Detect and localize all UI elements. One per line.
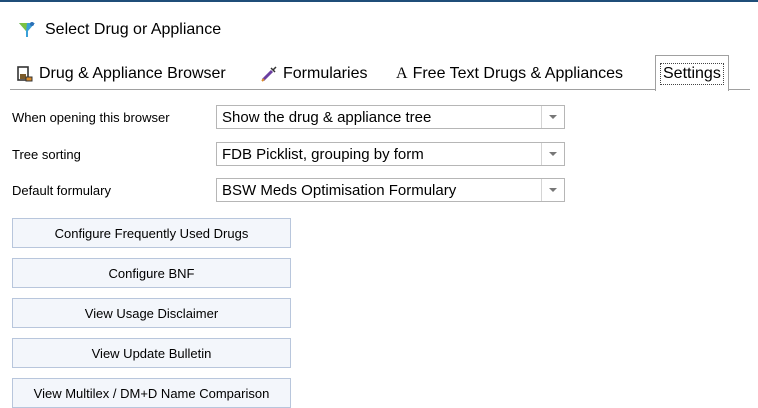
view-name-comparison-button[interactable]: View Multilex / DM+D Name Comparison [12,378,291,408]
tab-free-text-drugs[interactable]: A Free Text Drugs & Appliances [396,58,623,89]
tab-strip-border [10,89,750,90]
window-top-border [0,0,758,2]
opening-select[interactable]: Show the drug & appliance tree [216,105,565,129]
configure-bnf-button[interactable]: Configure BNF [12,258,291,288]
sorting-label: Tree sorting [12,147,81,162]
tab-label: Settings [660,62,724,85]
tab-strip: Drug & Appliance Browser Formularies A F… [10,55,750,91]
tab-label: Drug & Appliance Browser [39,64,226,82]
formulary-label: Default formulary [12,183,111,198]
title-bar: Select Drug or Appliance [0,10,758,50]
tab-drug-appliance-browser[interactable]: Drug & Appliance Browser [16,58,226,89]
configure-frequent-drugs-button[interactable]: Configure Frequently Used Drugs [12,218,291,248]
letter-a-icon: A [396,64,408,82]
syringe-icon [260,65,278,83]
funnel-icon [17,20,37,40]
view-usage-disclaimer-button[interactable]: View Usage Disclaimer [12,298,291,328]
opening-select-value: Show the drug & appliance tree [222,108,432,126]
tab-formularies[interactable]: Formularies [260,58,367,89]
sorting-select[interactable]: FDB Picklist, grouping by form [216,142,565,166]
flask-icon [16,65,34,83]
formulary-select[interactable]: BSW Meds Optimisation Formulary [216,178,565,202]
chevron-down-icon[interactable] [541,143,564,165]
formulary-select-value: BSW Meds Optimisation Formulary [222,181,457,199]
window-title: Select Drug or Appliance [45,21,222,38]
sorting-select-value: FDB Picklist, grouping by form [222,145,424,163]
view-update-bulletin-button[interactable]: View Update Bulletin [12,338,291,368]
chevron-down-icon[interactable] [541,179,564,201]
chevron-down-icon[interactable] [541,106,564,128]
tab-label: Formularies [283,64,368,82]
tab-label: Free Text Drugs & Appliances [412,64,624,82]
tab-settings[interactable]: Settings [655,55,729,91]
opening-label: When opening this browser [12,110,170,125]
